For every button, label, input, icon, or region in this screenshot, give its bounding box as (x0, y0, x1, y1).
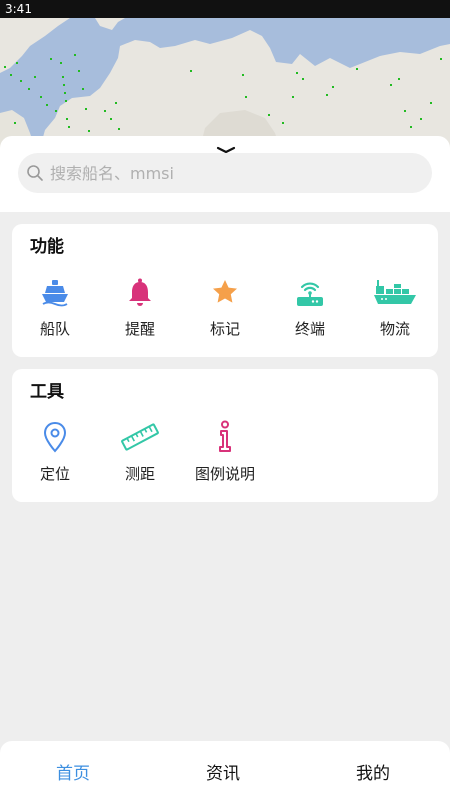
status-bar: 3:41 (0, 0, 450, 18)
function-terminal[interactable]: 终端 (270, 272, 350, 339)
function-mark[interactable]: 标记 (185, 272, 265, 339)
star-icon (203, 272, 247, 312)
tool-legend[interactable]: 图例说明 (185, 417, 265, 484)
tool-legend-label: 图例说明 (194, 465, 255, 483)
tool-measure-label: 测距 (124, 465, 155, 483)
functions-title: 功能 (30, 237, 64, 257)
bell-icon (118, 272, 162, 312)
map-canvas (0, 18, 450, 148)
ship-icon (33, 272, 77, 312)
bottom-tab-bar: 首页 资讯 我的 (0, 741, 450, 800)
info-icon (203, 417, 247, 457)
tools-card: 工具 定位 测距 图例说明 (12, 369, 438, 502)
tab-mine[interactable]: 我的 (356, 759, 390, 784)
search-bar[interactable] (18, 153, 432, 193)
function-terminal-label: 终端 (294, 320, 325, 338)
tab-home[interactable]: 首页 (56, 759, 90, 784)
tab-news[interactable]: 资讯 (206, 759, 240, 784)
function-logistics[interactable]: 物流 (355, 272, 435, 339)
search-icon (27, 165, 43, 181)
location-pin-icon (33, 417, 77, 457)
search-sheet (0, 136, 450, 212)
router-icon (288, 272, 332, 312)
function-reminder-label: 提醒 (124, 320, 155, 338)
function-mark-label: 标记 (209, 320, 240, 338)
search-input[interactable] (50, 163, 410, 183)
status-time: 3:41 (5, 2, 32, 16)
map-view[interactable] (0, 18, 450, 148)
tools-title: 工具 (30, 382, 64, 402)
tool-locate-label: 定位 (39, 465, 70, 483)
function-fleet[interactable]: 船队 (15, 272, 95, 339)
function-reminder[interactable]: 提醒 (100, 272, 180, 339)
tool-locate[interactable]: 定位 (15, 417, 95, 484)
function-fleet-label: 船队 (39, 320, 70, 338)
functions-card: 功能 船队 提醒 标记 终端 物流 (12, 224, 438, 357)
tool-measure[interactable]: 测距 (100, 417, 180, 484)
cargo-ship-icon (373, 272, 417, 312)
function-logistics-label: 物流 (379, 320, 410, 338)
ruler-icon (118, 417, 162, 457)
collapse-chevron-icon[interactable] (216, 140, 236, 154)
